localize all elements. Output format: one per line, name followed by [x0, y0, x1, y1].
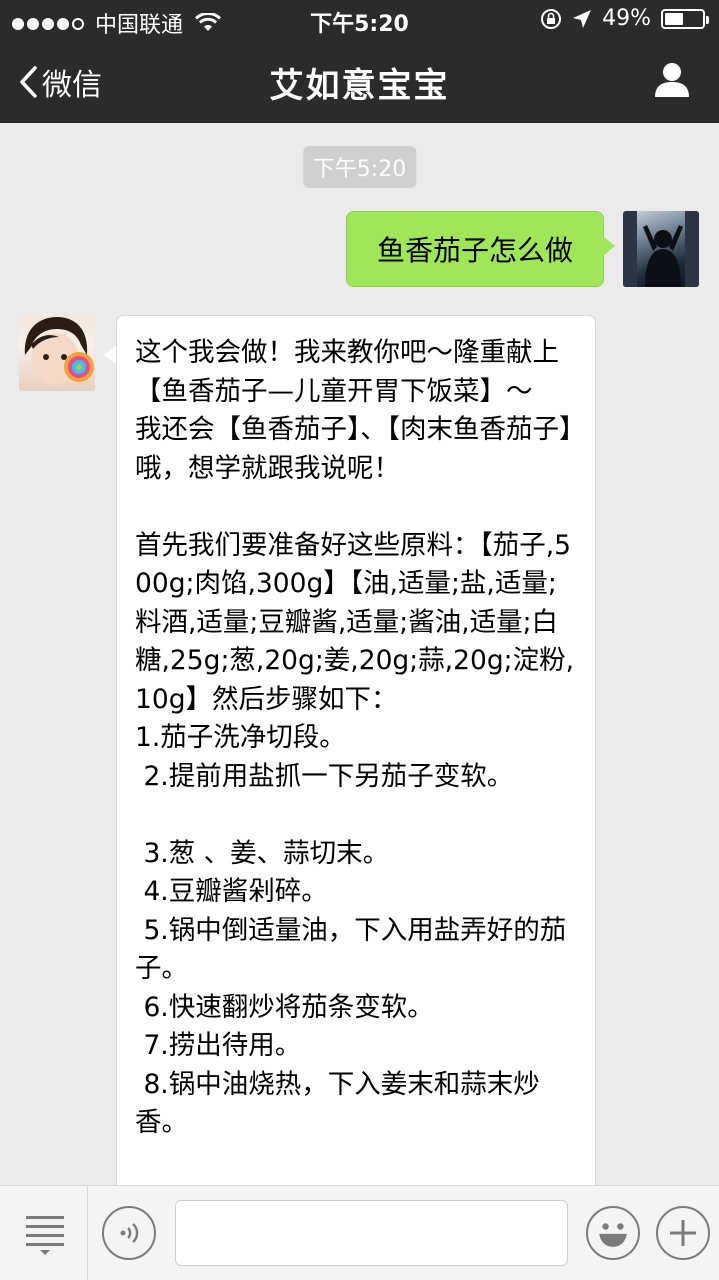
input-divider	[87, 1186, 88, 1280]
avatar-silhouette-icon	[623, 211, 699, 287]
rotation-lock-icon	[541, 8, 562, 29]
chat-area[interactable]: 下午5:20 鱼香茄子怎么做 这个我会做！我来教你吧～隆重献上【鱼香茄子—儿童开…	[0, 123, 719, 1185]
battery-icon	[661, 8, 709, 29]
emoji-icon[interactable]	[586, 1206, 640, 1260]
profile-icon[interactable]	[653, 60, 691, 98]
outgoing-message-bubble[interactable]: 鱼香茄子怎么做	[346, 211, 615, 287]
voice-button[interactable]	[102, 1206, 156, 1260]
plus-icon	[670, 1220, 696, 1246]
more-button[interactable]	[656, 1206, 710, 1260]
battery-fill	[665, 12, 683, 25]
battery-percent: 49%	[602, 6, 651, 31]
nav-bar: 微信 艾如意宝宝	[0, 40, 719, 123]
avatar-child-lollipop-icon	[24, 317, 94, 385]
chat-title: 艾如意宝宝	[269, 66, 450, 106]
incoming-message-text: 这个我会做！我来教你吧～隆重献上【鱼香茄子—儿童开胃下饭菜】～ 我还会【鱼香茄子…	[135, 337, 574, 1138]
menu-list-icon[interactable]	[22, 1210, 68, 1256]
message-input[interactable]	[175, 1200, 568, 1266]
incoming-message-bubble[interactable]: 这个我会做！我来教你吧～隆重献上【鱼香茄子—儿童开胃下饭菜】～ 我还会【鱼香茄子…	[116, 315, 596, 1185]
outgoing-message-text: 鱼香茄子怎么做	[376, 234, 573, 267]
status-right: 49%	[530, 6, 709, 31]
location-arrow-icon	[573, 9, 592, 28]
voice-wave-icon	[120, 1223, 139, 1243]
contact-avatar[interactable]	[19, 315, 95, 391]
status-bar: 中国联通 下午5:20 49%	[0, 0, 719, 40]
message-timestamp: 下午5:20	[302, 146, 417, 188]
input-bar	[0, 1185, 719, 1280]
my-avatar[interactable]	[623, 211, 699, 287]
